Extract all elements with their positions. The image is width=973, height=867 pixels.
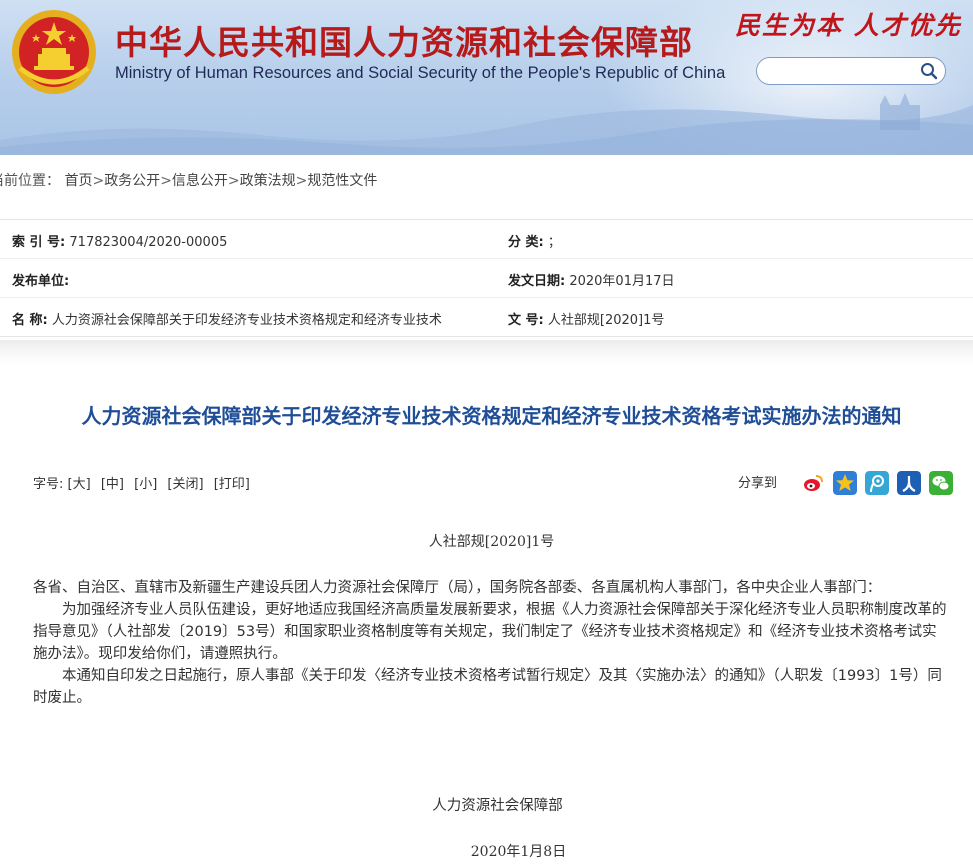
body-paragraph: 为加强经济专业人员队伍建设，更好地适应我国经济高质量发展新要求，根据《人力资源社…	[33, 602, 947, 662]
national-emblem-icon	[12, 10, 96, 94]
issue-date-label: 发文日期:	[508, 274, 566, 289]
font-small-button[interactable]: [小]	[134, 477, 157, 492]
section-divider	[0, 340, 973, 366]
renren-icon[interactable]	[897, 471, 921, 495]
breadcrumb-item-normative-docs[interactable]: 规范性文件	[307, 173, 377, 189]
font-medium-button[interactable]: [中]	[101, 477, 124, 492]
breadcrumb-separator: >	[92, 173, 105, 189]
breadcrumb-separator: >	[295, 173, 308, 189]
document-number: 文 号: 人社部规[2020]1号	[508, 309, 664, 328]
publisher-label: 发布单位:	[12, 274, 70, 289]
index-number-value: 717823004/2020-00005	[69, 235, 228, 250]
breadcrumb-item-policies[interactable]: 政策法规	[240, 173, 296, 189]
breadcrumb-lead: 当前位置：	[0, 173, 60, 189]
signature-date: 2020年1月8日	[470, 844, 567, 860]
breadcrumb-separator: >	[227, 173, 240, 189]
slogan: 民生为本 人才优先	[735, 11, 962, 40]
body-paragraph: 本通知自印发之日起施行，原人事部《关于印发〈经济专业技术资格考试暂行规定〉及其〈…	[33, 668, 942, 706]
breadcrumb-item-gov-affairs[interactable]: 政务公开	[104, 173, 160, 189]
banner-skyline-graphic	[0, 93, 973, 155]
signature-organization: 人力资源社会保障部	[432, 798, 563, 814]
ministry-title-cn: 中华人民共和国人力资源和社会保障部	[115, 23, 693, 62]
close-button[interactable]: [关闭]	[167, 477, 203, 492]
document-name-value: 人力资源社会保障部关于印发经济专业技术资格规定和经济专业技术	[51, 313, 442, 328]
addressee-paragraph: 各省、自治区、直辖市及新疆生产建设兵团人力资源社会保障厅（局），国务院各部委、各…	[33, 580, 882, 596]
breadcrumb-item-home[interactable]: 首页	[64, 173, 92, 189]
category-value: ；	[547, 235, 561, 250]
weibo-icon[interactable]	[801, 471, 825, 495]
document-number-heading: 人社部规[2020]1号	[428, 534, 555, 550]
wechat-icon[interactable]	[929, 471, 953, 495]
breadcrumb: 当前位置： 首页>政务公开>信息公开>政策法规>规范性文件	[0, 170, 377, 190]
issue-date: 发文日期: 2020年01月17日	[508, 270, 675, 289]
document-number-value: 人社部规[2020]1号	[547, 313, 665, 328]
search-box[interactable]	[756, 57, 946, 85]
search-icon[interactable]	[919, 61, 939, 81]
breadcrumb-item-info-disclosure[interactable]: 信息公开	[172, 173, 228, 189]
category-label: 分 类:	[508, 235, 544, 250]
document-info-table: 索 引 号: 717823004/2020-00005 分 类: ； 发布单位:…	[0, 219, 973, 337]
search-input[interactable]	[769, 62, 919, 80]
index-number-label: 索 引 号:	[12, 235, 66, 250]
document-name: 名 称: 人力资源社会保障部关于印发经济专业技术资格规定和经济专业技术	[12, 309, 442, 328]
breadcrumb-separator: >	[160, 173, 172, 189]
font-large-button[interactable]: [大]	[68, 477, 91, 492]
category: 分 类: ；	[508, 231, 561, 250]
info-row: 发布单位: 发文日期: 2020年01月17日	[0, 259, 973, 298]
qzone-icon[interactable]	[833, 471, 857, 495]
share-label: 分享到	[738, 476, 778, 491]
document-name-label: 名 称:	[12, 313, 48, 328]
info-row: 索 引 号: 717823004/2020-00005 分 类: ；	[0, 220, 973, 259]
font-size-toolbar: 字号: [大] [中] [小] [关闭] [打印]	[33, 473, 256, 492]
info-row: 名 称: 人力资源社会保障部关于印发经济专业技术资格规定和经济专业技术 文 号:…	[0, 298, 973, 337]
article-body: 各省、自治区、直辖市及新疆生产建设兵团人力资源社会保障厅（局），国务院各部委、各…	[33, 577, 951, 709]
ministry-title-en: Ministry of Human Resources and Social S…	[115, 64, 726, 82]
print-button[interactable]: [打印]	[214, 477, 250, 492]
font-size-label: 字号:	[33, 477, 64, 492]
header-banner: 中华人民共和国人力资源和社会保障部 Ministry of Human Reso…	[0, 0, 973, 155]
document-number-label: 文 号:	[508, 313, 544, 328]
issue-date-value: 2020年01月17日	[569, 274, 675, 289]
article-title: 人力资源社会保障部关于印发经济专业技术资格规定和经济专业技术资格考试实施办法的通…	[81, 404, 902, 428]
index-number: 索 引 号: 717823004/2020-00005	[12, 231, 227, 250]
tencent-weibo-icon[interactable]	[865, 471, 889, 495]
publisher: 发布单位:	[12, 270, 69, 289]
